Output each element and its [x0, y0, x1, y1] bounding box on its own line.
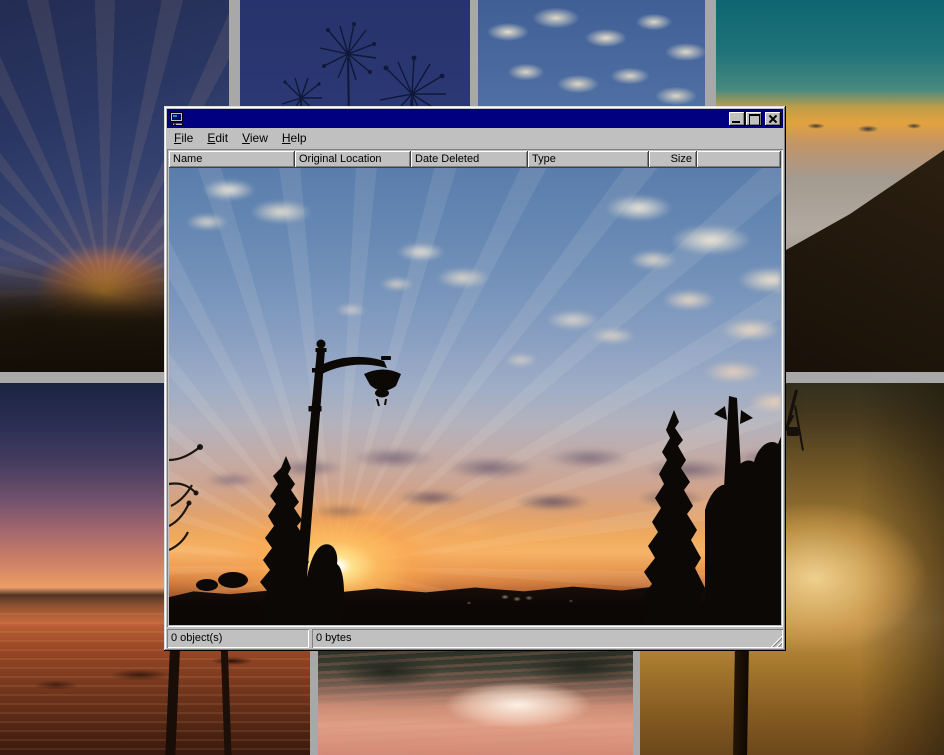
- column-header-filler: [697, 151, 781, 168]
- file-list-view[interactable]: Name Original Location Date Deleted Type…: [167, 149, 783, 627]
- maximize-button[interactable]: [746, 112, 762, 126]
- status-bar: 0 object(s) 0 bytes: [167, 629, 783, 648]
- resize-grip[interactable]: [769, 634, 782, 647]
- silhouette-overlay: [169, 168, 781, 625]
- column-header-deleted[interactable]: Date Deleted: [411, 151, 528, 168]
- menu-edit[interactable]: Edit: [200, 129, 235, 148]
- recycle-bin-window: File Edit View Help Name Original Locati…: [164, 106, 786, 651]
- pole-silhouette: [733, 645, 749, 755]
- status-bytes-text: 0 bytes: [316, 632, 351, 644]
- column-header-size[interactable]: Size: [649, 151, 697, 168]
- sunset-streetlamp-photo[interactable]: [169, 168, 781, 625]
- status-bytes: 0 bytes: [312, 629, 783, 648]
- minimize-button[interactable]: [729, 112, 745, 126]
- column-header-location[interactable]: Original Location: [295, 151, 411, 168]
- menu-view[interactable]: View: [235, 129, 275, 148]
- status-objects: 0 object(s): [167, 629, 309, 648]
- desktop: File Edit View Help Name Original Locati…: [0, 0, 944, 755]
- menu-file[interactable]: File: [167, 129, 200, 148]
- computer-icon: [169, 111, 185, 127]
- column-headers: Name Original Location Date Deleted Type…: [169, 151, 781, 168]
- menu-help[interactable]: Help: [275, 129, 314, 148]
- menu-bar: File Edit View Help: [167, 128, 783, 149]
- window-titlebar[interactable]: [167, 109, 783, 128]
- close-button[interactable]: [765, 112, 781, 126]
- column-header-type[interactable]: Type: [528, 151, 649, 168]
- column-header-name[interactable]: Name: [169, 151, 295, 168]
